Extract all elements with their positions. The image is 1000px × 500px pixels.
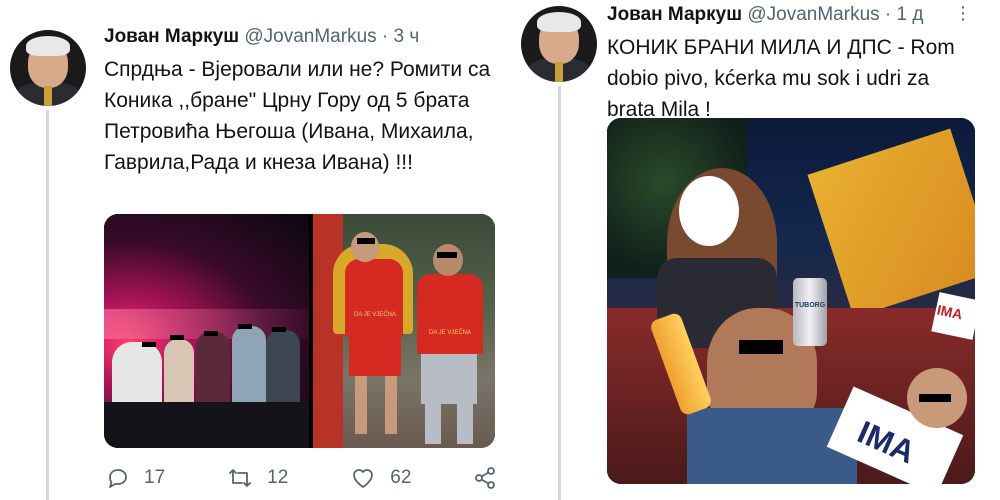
retweet-icon bbox=[229, 469, 252, 487]
more-options-icon[interactable]: · · · bbox=[959, 0, 967, 29]
tweet-header: Јован Маркуш @JovanMarkus · 1 д bbox=[607, 4, 923, 26]
tweet-media[interactable]: TUBORG IMA IMA bbox=[607, 118, 975, 484]
author-handle[interactable]: @JovanMarkus bbox=[244, 26, 376, 47]
media-photo[interactable]: TUBORG IMA IMA bbox=[607, 118, 975, 484]
separator: · bbox=[381, 26, 389, 47]
avatar[interactable] bbox=[521, 6, 597, 82]
retweet-button[interactable]: 12 bbox=[227, 466, 288, 490]
retweet-count: 12 bbox=[267, 467, 289, 488]
tweet-header: Јован Маркуш @JovanMarkus · 3 ч bbox=[104, 26, 419, 48]
media-photo-1[interactable] bbox=[104, 214, 309, 448]
shirt-text: DA JE VJEČNA bbox=[428, 330, 471, 336]
thread-line bbox=[46, 110, 49, 500]
thread-line bbox=[558, 86, 561, 500]
like-count: 62 bbox=[390, 467, 412, 488]
tweet-text: КОНИК БРАНИ МИЛА И ДПС - Rom dobio pivo,… bbox=[607, 36, 955, 121]
tweet-2[interactable]: Јован Маркуш @JovanMarkus · 1 д · · · КОНИ… bbox=[515, 0, 1000, 500]
tweet-1[interactable]: Јован Маркуш @JovanMarkus · 3 ч Спрдња -… bbox=[0, 0, 515, 500]
heart-icon bbox=[353, 469, 374, 488]
timestamp[interactable]: 3 ч bbox=[394, 26, 420, 47]
tweet-text: Спрдња - Вјеровали или не? Ромити са Кон… bbox=[104, 58, 491, 174]
reply-button[interactable]: 17 bbox=[106, 466, 165, 490]
share-button[interactable] bbox=[473, 466, 511, 490]
tweet-actions: 17 12 62 bbox=[106, 466, 511, 490]
author-name[interactable]: Јован Маркуш bbox=[104, 26, 239, 47]
tweet-media[interactable]: DA JE VJEČNA DA JE VJEČNA bbox=[104, 214, 495, 448]
shirt-text: DA JE VJEČNA bbox=[353, 312, 396, 318]
separator: · bbox=[884, 4, 892, 25]
avatar[interactable] bbox=[10, 30, 86, 106]
share-icon bbox=[475, 467, 496, 489]
media-photo-2[interactable]: DA JE VJEČNA DA JE VJEČNA bbox=[313, 214, 495, 448]
author-name[interactable]: Јован Маркуш bbox=[607, 4, 742, 25]
reply-count: 17 bbox=[144, 467, 166, 488]
like-button[interactable]: 62 bbox=[350, 466, 411, 490]
reply-icon bbox=[109, 469, 127, 488]
can-label: TUBORG bbox=[794, 302, 826, 309]
timestamp[interactable]: 1 д bbox=[897, 4, 924, 25]
author-handle[interactable]: @JovanMarkus bbox=[747, 4, 879, 25]
